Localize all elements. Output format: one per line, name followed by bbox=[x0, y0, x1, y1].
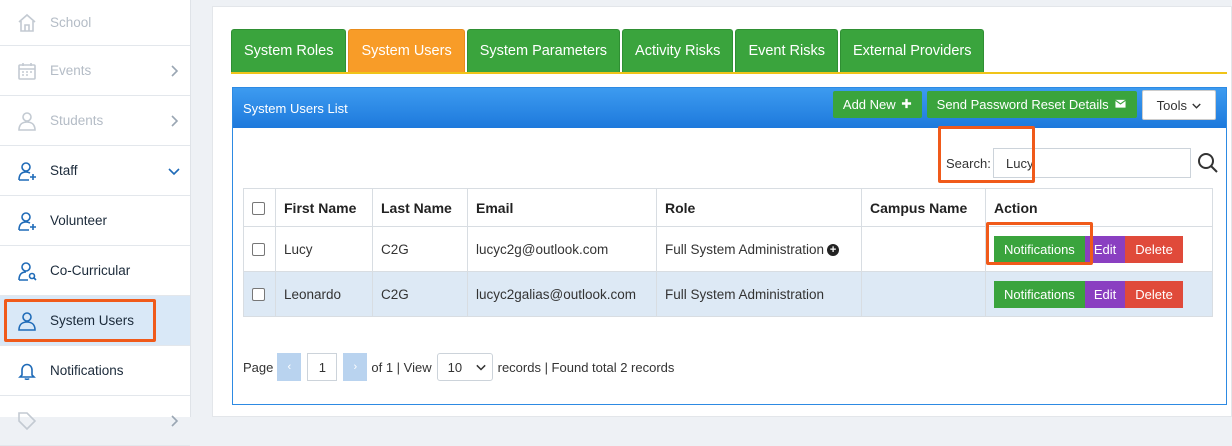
role-text: Full System Administration bbox=[665, 241, 825, 257]
system-users-list-panel: System Users List Add New Send Password … bbox=[232, 87, 1227, 405]
tab-event-risks[interactable]: Event Risks bbox=[735, 29, 838, 72]
cell-role: Full System Administration bbox=[656, 271, 862, 317]
cell-action: Notifications Edit Delete bbox=[985, 226, 1213, 272]
page-label: Page bbox=[243, 359, 274, 375]
table-row: Leonardo C2G lucyc2galias@outlook.com Fu… bbox=[243, 271, 1213, 317]
sidebar-item-label: Notifications bbox=[50, 363, 124, 378]
next-page-button[interactable]: › bbox=[343, 353, 368, 381]
table-row: Lucy C2G lucyc2g@outlook.com Full System… bbox=[243, 226, 1213, 272]
edit-button[interactable]: Edit bbox=[1084, 235, 1126, 263]
calendar-icon bbox=[16, 60, 38, 82]
select-all-cell bbox=[243, 188, 276, 227]
row-checkbox[interactable] bbox=[252, 288, 265, 302]
sidebar-item-staff[interactable]: Staff bbox=[0, 146, 190, 196]
header-first-name[interactable]: First Name bbox=[275, 188, 373, 227]
home-icon bbox=[16, 12, 38, 34]
tab-bar: System Roles System Users System Paramet… bbox=[231, 29, 985, 72]
sidebar-item-label: Co-Curricular bbox=[50, 263, 131, 278]
notifications-button[interactable]: Notifications bbox=[994, 235, 1085, 263]
user-icon bbox=[16, 110, 38, 132]
sidebar-item-system-users[interactable]: System Users bbox=[0, 296, 190, 346]
select-all-checkbox[interactable] bbox=[252, 202, 265, 216]
chevron-right-icon bbox=[168, 114, 180, 127]
pagination: Page ‹ 1 › of 1 | View 10 records | Foun… bbox=[243, 353, 674, 381]
tab-system-roles[interactable]: System Roles bbox=[231, 29, 347, 72]
table-header-row: First Name Last Name Email Role Campus N… bbox=[243, 188, 1213, 227]
cell-last-name: C2G bbox=[372, 271, 468, 317]
tools-dropdown[interactable]: Tools bbox=[1141, 90, 1216, 120]
header-email[interactable]: Email bbox=[467, 188, 657, 227]
page-of-text: of 1 | View bbox=[371, 359, 432, 375]
sidebar-item-label: Students bbox=[50, 113, 104, 128]
cell-campus-name bbox=[861, 226, 986, 272]
user-search-icon bbox=[16, 260, 38, 282]
chevron-down-icon bbox=[1192, 98, 1201, 113]
row-checkbox[interactable] bbox=[252, 243, 265, 257]
envelope-icon bbox=[1114, 97, 1127, 112]
list-header: System Users List Add New Send Password … bbox=[233, 88, 1226, 128]
search-label: Search: bbox=[946, 156, 991, 171]
header-campus-name[interactable]: Campus Name bbox=[861, 188, 986, 227]
delete-button[interactable]: Delete bbox=[1125, 280, 1183, 308]
sidebar-item-more[interactable] bbox=[0, 396, 190, 446]
tab-underline bbox=[231, 72, 1227, 74]
sidebar-item-notifications[interactable]: Notifications bbox=[0, 346, 190, 396]
row-select-cell bbox=[243, 271, 276, 317]
chevron-right-icon bbox=[168, 64, 180, 77]
notifications-button[interactable]: Notifications bbox=[994, 280, 1085, 308]
tag-icon bbox=[16, 410, 38, 432]
edit-button[interactable]: Edit bbox=[1084, 280, 1126, 308]
add-new-button[interactable]: Add New bbox=[832, 91, 922, 118]
tab-system-users[interactable]: System Users bbox=[348, 29, 465, 72]
user-icon bbox=[16, 310, 38, 332]
list-title: System Users List bbox=[243, 100, 348, 116]
chevron-right-icon bbox=[168, 414, 180, 427]
search-input[interactable] bbox=[993, 148, 1191, 178]
cell-last-name: C2G bbox=[372, 226, 468, 272]
plus-icon bbox=[901, 97, 912, 112]
cell-campus-name bbox=[861, 271, 986, 317]
cell-role: Full System Administration + bbox=[656, 226, 862, 272]
sidebar-item-label: Events bbox=[50, 63, 92, 78]
row-select-cell bbox=[243, 226, 276, 272]
cell-email: lucyc2galias@outlook.com bbox=[467, 271, 657, 317]
search-icon[interactable] bbox=[1197, 152, 1219, 174]
header-last-name[interactable]: Last Name bbox=[372, 188, 468, 227]
role-text: Full System Administration bbox=[665, 286, 825, 302]
cell-first-name: Lucy bbox=[275, 226, 373, 272]
prev-page-button[interactable]: ‹ bbox=[277, 353, 302, 381]
main-panel: System Roles System Users System Paramet… bbox=[212, 6, 1232, 417]
header-action: Action bbox=[985, 188, 1213, 227]
sidebar-item-label: System Users bbox=[50, 313, 135, 328]
user-plus-icon bbox=[16, 160, 38, 182]
sidebar-item-label: School bbox=[50, 15, 92, 30]
user-plus-icon bbox=[16, 210, 38, 232]
header-role[interactable]: Role bbox=[656, 188, 862, 227]
tab-system-parameters[interactable]: System Parameters bbox=[466, 29, 621, 72]
page-number-input[interactable]: 1 bbox=[307, 353, 338, 381]
sidebar-item-school[interactable]: School bbox=[0, 0, 190, 46]
sidebar-item-co-curricular[interactable]: Co-Curricular bbox=[0, 246, 190, 296]
delete-button[interactable]: Delete bbox=[1125, 235, 1183, 263]
cell-email: lucyc2g@outlook.com bbox=[467, 226, 657, 272]
plus-circle-icon[interactable]: + bbox=[827, 243, 840, 256]
chevron-down-icon bbox=[168, 165, 180, 177]
sidebar-item-label: Volunteer bbox=[50, 213, 108, 228]
sidebar-item-events[interactable]: Events bbox=[0, 46, 190, 96]
cell-first-name: Leonardo bbox=[275, 271, 373, 317]
bell-icon bbox=[16, 360, 38, 382]
chevron-down-icon bbox=[475, 360, 486, 375]
sidebar-item-label: Staff bbox=[50, 163, 78, 178]
sidebar: School Events Students Staff Volunteer C… bbox=[0, 0, 191, 446]
tab-external-providers[interactable]: External Providers bbox=[840, 29, 985, 72]
send-password-reset-button[interactable]: Send Password Reset Details bbox=[926, 91, 1137, 118]
sidebar-item-volunteer[interactable]: Volunteer bbox=[0, 196, 190, 246]
cell-action: Notifications Edit Delete bbox=[985, 271, 1213, 317]
system-users-table: First Name Last Name Email Role Campus N… bbox=[243, 188, 1213, 317]
sidebar-item-students[interactable]: Students bbox=[0, 96, 190, 146]
page-size-select[interactable]: 10 bbox=[436, 353, 493, 381]
tab-activity-risks[interactable]: Activity Risks bbox=[622, 29, 734, 72]
search-row: Search: bbox=[233, 148, 1226, 178]
records-text: records | Found total 2 records bbox=[497, 359, 675, 375]
